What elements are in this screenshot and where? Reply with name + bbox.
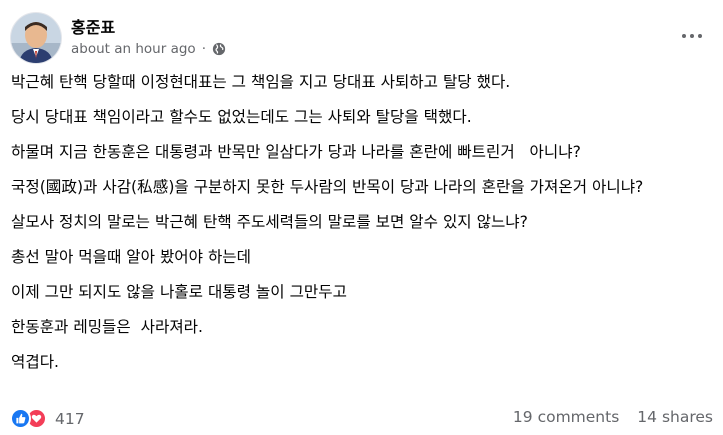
post-footer: 417 19 comments 14 shares xyxy=(10,405,713,433)
post-paragraph: 국정(國政)과 사감(私感)을 구분하지 못한 두사람의 반목이 당과 나라의 … xyxy=(11,178,644,196)
post-paragraph: 박근혜 탄핵 당할때 이정현대표는 그 책임을 지고 당대표 사퇴하고 탈당 했… xyxy=(11,73,511,91)
reaction-count: 417 xyxy=(55,409,85,428)
avatar[interactable] xyxy=(10,12,62,64)
author-name[interactable]: 홍준표 xyxy=(71,14,115,38)
engagement-stats: 19 comments 14 shares xyxy=(513,408,713,426)
shares-link[interactable]: 14 shares xyxy=(637,408,713,426)
post-paragraph: 하물며 지금 한동훈은 대통령과 반목만 일삼다가 당과 나라를 혼란에 빠트린… xyxy=(11,143,581,161)
post-paragraph: 당시 당대표 책임이라고 할수도 없었는데도 그는 사퇴와 탈당을 택했다. xyxy=(11,108,472,126)
meta-separator: · xyxy=(201,41,206,57)
post-paragraph: 총선 말아 먹을때 알아 봤어야 하는데 xyxy=(11,248,251,266)
post-paragraph: 한동훈과 레밍들은 사라져라. xyxy=(11,318,203,336)
post-paragraph: 역겹다. xyxy=(11,353,59,371)
post-meta: about an hour ago · xyxy=(71,41,226,57)
post-body: 박근혜 탄핵 당할때 이정현대표는 그 책임을 지고 당대표 사퇴하고 탈당 했… xyxy=(11,70,716,385)
reactions-summary[interactable]: 417 xyxy=(10,408,85,429)
avatar-image xyxy=(11,13,61,63)
globe-icon xyxy=(212,42,226,56)
like-icon xyxy=(10,408,31,429)
post-paragraph: 이제 그만 되지도 않을 나홀로 대통령 놀이 그만두고 xyxy=(11,283,347,301)
post-paragraph: 살모사 정치의 말로는 박근혜 탄핵 주도세력들의 말로를 보면 알수 있지 않… xyxy=(11,213,528,231)
post-header: 홍준표 about an hour ago · xyxy=(10,10,710,70)
more-horizontal-icon[interactable] xyxy=(674,24,710,48)
timestamp[interactable]: about an hour ago xyxy=(71,41,196,57)
comments-link[interactable]: 19 comments xyxy=(513,408,619,426)
